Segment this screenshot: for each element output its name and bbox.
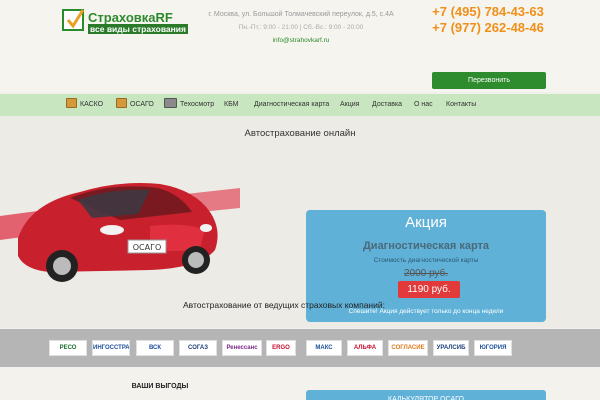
phone-1[interactable]: +7 (495) 784-43-63 <box>430 4 546 20</box>
partner-logo-alfa[interactable]: АЛЬФА <box>347 340 383 356</box>
promo-product: Диагностическая карта <box>362 240 490 252</box>
promo-cost-label: Стоимость диагностической карты <box>373 257 479 264</box>
nav-item-kasko[interactable]: КАСКО <box>66 94 103 116</box>
nav-item-delivery[interactable]: Доставка <box>372 94 402 116</box>
email-link[interactable]: info@strahovkarf.ru <box>196 37 406 44</box>
partner-logo-renessans[interactable]: Ренессанс <box>222 340 262 356</box>
nav-item-promo[interactable]: Акция <box>340 94 359 116</box>
promo-old-price: 2000 руб. <box>403 268 449 279</box>
partners-tagline: Автострахование от ведущих страховых ком… <box>183 300 385 310</box>
nav-item-label: Техосмотр <box>180 101 215 108</box>
partner-logo-reso[interactable]: РЕСО <box>49 340 87 356</box>
nav-item-about[interactable]: О нас <box>414 94 433 116</box>
bottom-section: ВАШИ ВЫГОДЫ КАЛЬКУЛЯТОР ОСАГО <box>0 367 600 400</box>
document-icon <box>116 98 127 108</box>
car-plate-text: ОСАГО <box>133 243 162 252</box>
callback-button[interactable]: Перезвонить <box>432 72 546 89</box>
partner-logo-ergo[interactable]: ERGO <box>266 340 296 356</box>
partner-logo-uralsib[interactable]: УРАЛСИБ <box>433 340 469 356</box>
main-nav: КАСКО ОСАГО Техосмотр КБМ Диагностическа… <box>0 94 600 116</box>
nav-item-label: ОСАГО <box>130 101 154 108</box>
nav-item-label: КАСКО <box>80 101 104 108</box>
partner-logo-sogaz[interactable]: СОГАЗ <box>179 340 217 356</box>
logo-brand-rf: RF <box>155 10 173 25</box>
partner-logo-vsk[interactable]: ВСК <box>136 340 174 356</box>
nav-item-osago[interactable]: ОСАГО <box>116 94 154 116</box>
checkmark-icon <box>62 9 85 31</box>
logo-tagline: все виды страхования <box>88 24 188 34</box>
nav-item-techosmotr[interactable]: Техосмотр <box>164 94 214 116</box>
car-image: ОСАГО <box>0 183 240 282</box>
partner-logo-soglasie[interactable]: СОГЛАСИЕ <box>388 340 428 356</box>
partner-logo-yugoria[interactable]: ЮГОРИЯ <box>474 340 512 356</box>
partners-strip: РЕСО ИНГОССТРАХ ВСК СОГАЗ Ренессанс ERGO… <box>0 329 600 367</box>
nav-item-label: КБМ <box>224 101 239 108</box>
logo-brand-name: Страховка <box>88 10 156 25</box>
partner-logo-maks[interactable]: МАКС <box>306 340 342 356</box>
osago-calculator-header[interactable]: КАЛЬКУЛЯТОР ОСАГО <box>306 390 546 400</box>
phone-block: +7 (495) 784-43-63 +7 (977) 262-48-46 <box>430 4 546 36</box>
promo-new-price[interactable]: 1190 руб. <box>398 281 460 298</box>
logo-brand: СтраховкаRF <box>88 10 173 25</box>
nav-item-label: Диагностическая карта <box>254 101 330 108</box>
nav-item-contacts[interactable]: Контакты <box>446 94 476 116</box>
nav-item-label: Акция <box>340 101 360 108</box>
address-text: г. Москва, ул. Большой Толмачевский пере… <box>208 11 394 18</box>
promo-heading: Акция <box>405 214 447 231</box>
phone-2[interactable]: +7 (977) 262-48-46 <box>430 20 546 36</box>
nav-item-diag-card[interactable]: Диагностическая карта <box>254 94 329 116</box>
partner-logo-ingosstrakh[interactable]: ИНГОССТРАХ <box>92 340 130 356</box>
working-hours: Пн.-Пт.: 9:00 - 21:00 | Сб.-Вс.: 9:00 - … <box>238 24 364 31</box>
nav-item-label: Контакты <box>446 101 477 108</box>
benefits-title: ВАШИ ВЫГОДЫ <box>131 383 189 390</box>
site-logo[interactable]: СтраховкаRF все виды страхования <box>62 9 188 37</box>
car-icon <box>66 98 77 108</box>
site-header: СтраховкаRF все виды страхования г. Моск… <box>0 0 600 92</box>
nav-item-label: О нас <box>414 101 433 108</box>
nav-item-label: Доставка <box>372 101 403 108</box>
nav-item-kbm[interactable]: КБМ <box>224 94 239 116</box>
wrench-icon <box>164 98 177 108</box>
hero-title: Автострахование онлайн <box>244 128 356 139</box>
